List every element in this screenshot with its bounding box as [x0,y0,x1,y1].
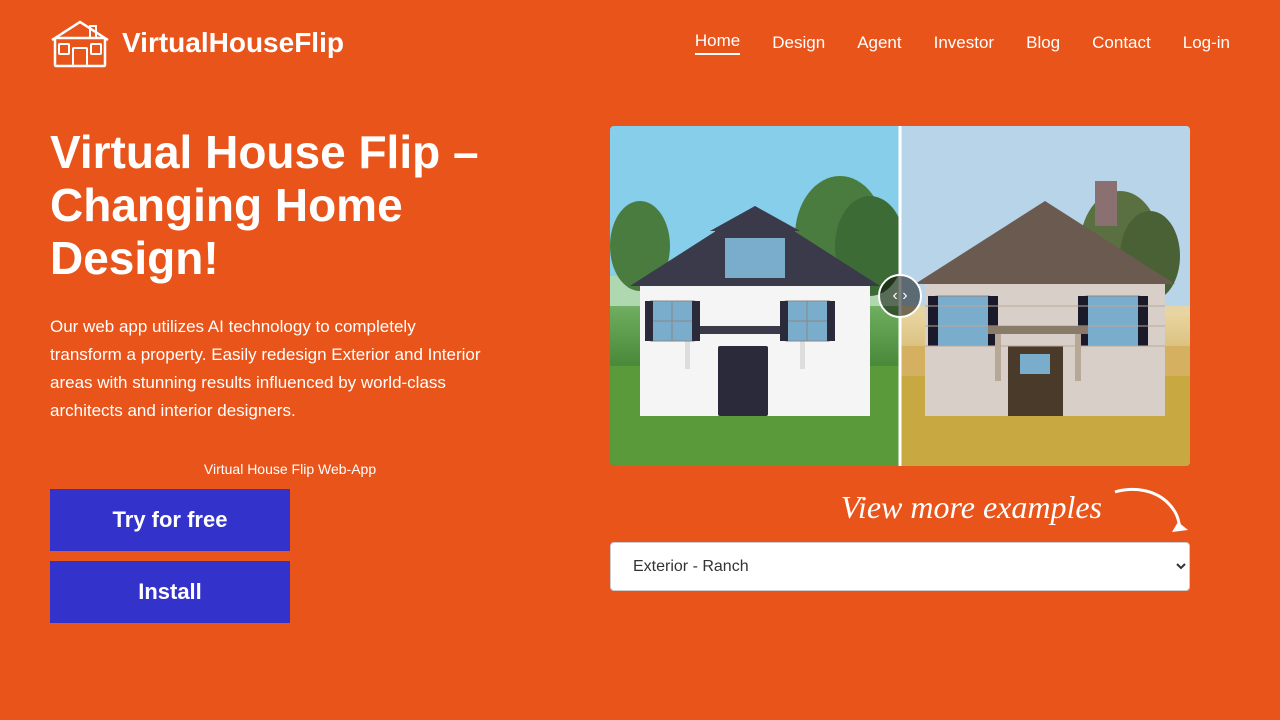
try-for-free-button[interactable]: Try for free [50,489,290,551]
logo-icon [50,18,110,68]
left-panel: Virtual House Flip – Changing Home Desig… [50,126,530,623]
handle-arrows: ‹ › [892,287,907,305]
house-after-panel [610,126,900,466]
nav-agent[interactable]: Agent [857,33,901,53]
compare-handle[interactable]: ‹ › [878,274,922,318]
nav-design[interactable]: Design [772,33,825,53]
webapp-label: Virtual House Flip Web-App [50,461,530,477]
install-button[interactable]: Install [50,561,290,623]
dropdown-area: Exterior - Ranch Exterior - Modern Exter… [610,542,1190,591]
logo-area: VirtualHouseFlip [50,18,344,68]
view-more-area: View more examples [841,482,1190,532]
house-after-svg [610,126,900,466]
hero-title: Virtual House Flip – Changing Home Desig… [50,126,530,285]
house-before-svg [900,126,1190,466]
style-dropdown[interactable]: Exterior - Ranch Exterior - Modern Exter… [610,542,1190,591]
main-nav: Home Design Agent Investor Blog Contact … [695,31,1230,55]
image-compare-container: ‹ › [610,126,1190,466]
nav-contact[interactable]: Contact [1092,33,1151,53]
main-content: Virtual House Flip – Changing Home Desig… [0,86,1280,623]
right-panel: ‹ › View more examples Exterior - Ranch … [570,126,1230,591]
header: VirtualHouseFlip Home Design Agent Inves… [0,0,1280,86]
nav-home[interactable]: Home [695,31,740,55]
curved-arrow-icon [1110,482,1190,532]
logo-text: VirtualHouseFlip [122,27,344,59]
hero-description: Our web app utilizes AI technology to co… [50,313,490,425]
nav-investor[interactable]: Investor [934,33,994,53]
house-before-panel [900,126,1190,466]
nav-blog[interactable]: Blog [1026,33,1060,53]
nav-login[interactable]: Log-in [1183,33,1230,53]
view-more-text: View more examples [841,489,1102,526]
